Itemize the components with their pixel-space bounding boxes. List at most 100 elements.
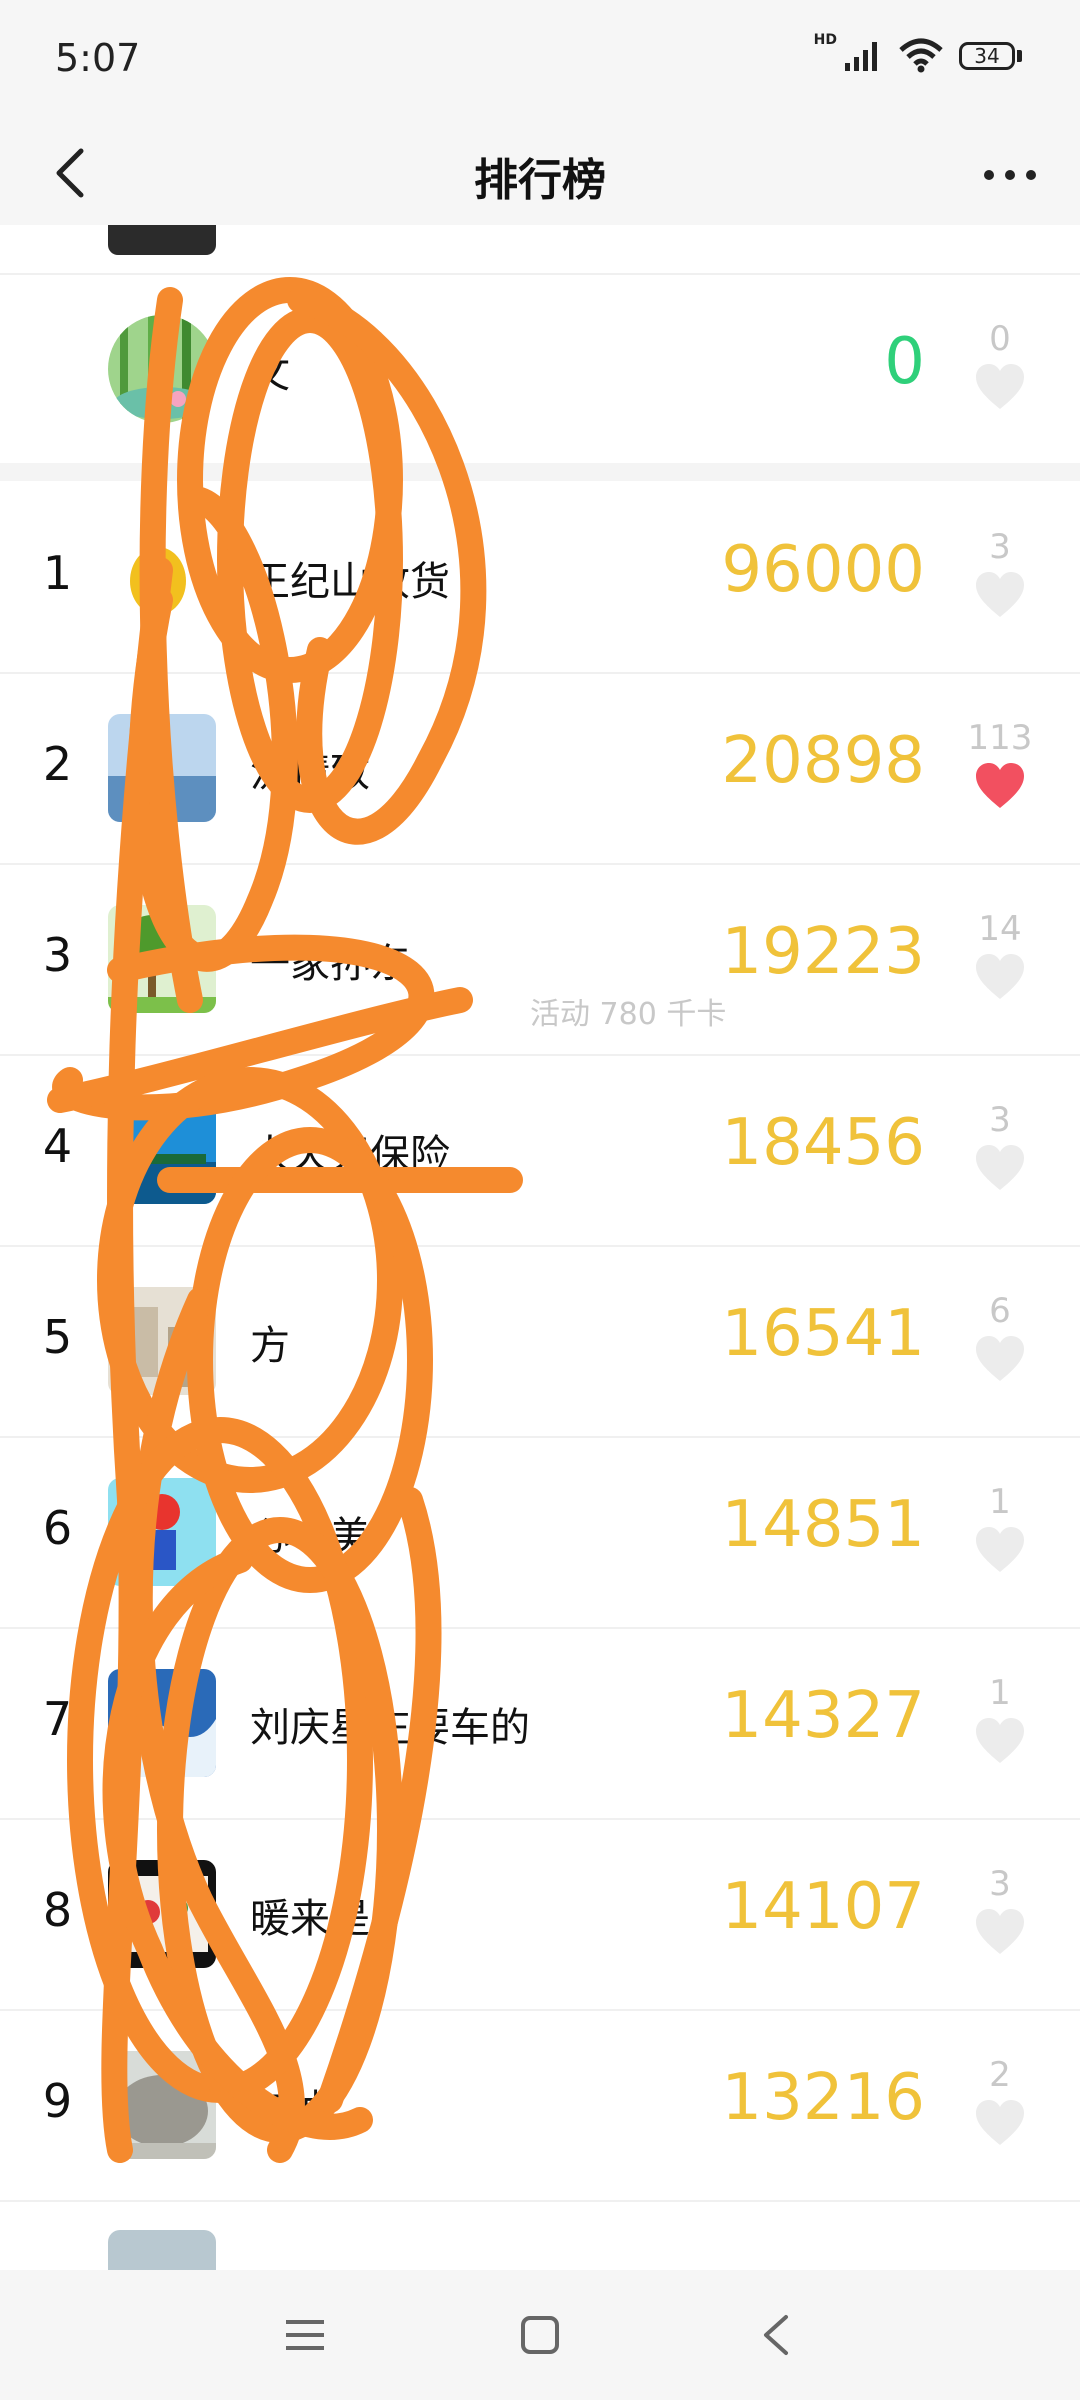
avatar	[108, 1860, 216, 1968]
steps-score: 96000	[721, 533, 925, 607]
user-name: 王纪山收货	[250, 559, 450, 605]
steps-score: 13216	[721, 2061, 925, 2135]
heart-icon[interactable]	[974, 762, 1026, 810]
list-item-rank-4[interactable]: 4 人天天保险 18456 3	[0, 1054, 1080, 1247]
avatar	[108, 523, 216, 631]
like-group[interactable]: 3	[960, 527, 1040, 623]
rank-number: 5	[42, 1310, 73, 1364]
like-group[interactable]: 3	[960, 1864, 1040, 1960]
heart-icon[interactable]	[974, 1335, 1026, 1383]
battery-level: 34	[959, 42, 1015, 70]
avatar	[108, 1287, 216, 1395]
nav-back-button[interactable]	[740, 2305, 810, 2365]
like-group[interactable]: 1	[960, 1673, 1040, 1769]
self-name: 文	[250, 351, 290, 397]
wifi-icon	[899, 38, 943, 73]
like-group[interactable]: 1	[960, 1482, 1040, 1578]
list-item-rank-9[interactable]: 9 加油 13216 2	[0, 2009, 1080, 2202]
heart-icon[interactable]	[974, 953, 1026, 1001]
list-item-rank-6[interactable]: 6 心中美 14851 1	[0, 1436, 1080, 1629]
menu-icon	[286, 2320, 324, 2350]
avatar	[108, 2230, 216, 2270]
like-group[interactable]: 14	[960, 909, 1040, 1005]
self-rank-row[interactable]: 文 0 0	[0, 273, 1080, 481]
like-count: 14	[978, 909, 1022, 949]
like-count: 3	[989, 527, 1011, 567]
rank-number: 2	[42, 737, 73, 791]
user-name: 流精致	[250, 750, 370, 796]
self-likes[interactable]: 0	[960, 319, 1040, 415]
square-icon	[521, 2316, 559, 2354]
heart-icon[interactable]	[974, 571, 1026, 619]
heart-icon[interactable]	[974, 1717, 1026, 1765]
heart-icon[interactable]	[974, 1144, 1026, 1192]
list-item-rank-2[interactable]: 2 流精致 20898 113	[0, 672, 1080, 865]
rank-number: 7	[42, 1692, 73, 1746]
more-dots-icon	[984, 170, 1036, 180]
avatar	[108, 1096, 216, 1204]
like-group[interactable]: 3	[960, 1100, 1040, 1196]
ranking-list[interactable]: 文 0 0 1 王纪山收货 96000 3 2 流精致 20898 113 3 …	[0, 225, 1080, 2270]
list-item-rank-1[interactable]: 1 王纪山收货 96000 3	[0, 481, 1080, 674]
like-count: 1	[989, 1482, 1011, 1522]
like-count: 2	[989, 2055, 1011, 2095]
user-name: 刘庆星庄要车的	[250, 1705, 530, 1751]
avatar	[108, 2051, 216, 2159]
status-time: 5:07	[55, 36, 141, 80]
user-name: 心中美	[250, 1514, 370, 1560]
list-item-partial	[0, 2200, 1080, 2270]
steps-score: 14851	[721, 1488, 925, 1562]
system-nav-bar	[0, 2270, 1080, 2400]
steps-score: 19223	[721, 915, 925, 989]
avatar	[108, 315, 216, 423]
like-count: 3	[989, 1100, 1011, 1140]
steps-score: 20898	[721, 724, 925, 798]
signal-icon	[845, 42, 877, 71]
self-score: 0	[884, 325, 925, 399]
avatar	[108, 1669, 216, 1777]
rank-number: 1	[42, 546, 73, 600]
hd-icon: HD	[813, 32, 837, 48]
list-item-rank-5[interactable]: 5 方 16541 6	[0, 1245, 1080, 1438]
steps-score: 16541	[721, 1297, 925, 1371]
user-name: 一家孙东	[250, 941, 410, 987]
heart-icon[interactable]	[974, 363, 1026, 411]
like-group[interactable]: 113	[960, 718, 1040, 814]
heart-icon[interactable]	[974, 1526, 1026, 1574]
list-item-rank-8[interactable]: 8 暖来是 14107 3	[0, 1818, 1080, 2011]
list-item-rank-3[interactable]: 3 一家孙东 活动 780 千卡 19223 14	[0, 863, 1080, 1056]
rank-number: 3	[42, 928, 73, 982]
back-triangle-icon	[764, 2315, 788, 2355]
like-group[interactable]: 6	[960, 1291, 1040, 1387]
user-name: 加油	[250, 2087, 330, 2133]
home-button[interactable]	[505, 2305, 575, 2365]
recents-button[interactable]	[270, 2305, 340, 2365]
rank-number: 4	[42, 1119, 73, 1173]
page-title: 排行榜	[474, 155, 606, 206]
like-count: 3	[989, 1864, 1011, 1904]
like-group[interactable]: 2	[960, 2055, 1040, 2151]
rank-number: 8	[42, 1883, 73, 1937]
avatar	[108, 714, 216, 822]
battery-icon: 34	[959, 42, 1022, 70]
like-count: 113	[967, 718, 1033, 758]
avatar	[108, 905, 216, 1013]
list-item-partial	[0, 225, 1080, 275]
steps-score: 14327	[721, 1679, 925, 1753]
heart-icon[interactable]	[974, 2099, 1026, 2147]
header: 排行榜	[0, 120, 1080, 225]
status-bar: 5:07 HD 34	[0, 0, 1080, 120]
steps-score: 14107	[721, 1870, 925, 1944]
activity-subtext: 活动 780 千卡	[530, 997, 727, 1032]
user-name: 方	[250, 1323, 290, 1369]
like-count: 6	[989, 1291, 1011, 1331]
user-name: 人天天保险	[250, 1132, 450, 1178]
avatar	[108, 225, 216, 255]
heart-icon[interactable]	[974, 1908, 1026, 1956]
user-name: 暖来是	[250, 1896, 370, 1942]
list-item-rank-7[interactable]: 7 刘庆星庄要车的 14327 1	[0, 1627, 1080, 1820]
more-button[interactable]	[970, 140, 1050, 210]
steps-score: 18456	[721, 1106, 925, 1180]
rank-number: 6	[42, 1501, 73, 1555]
like-count: 0	[989, 319, 1011, 359]
